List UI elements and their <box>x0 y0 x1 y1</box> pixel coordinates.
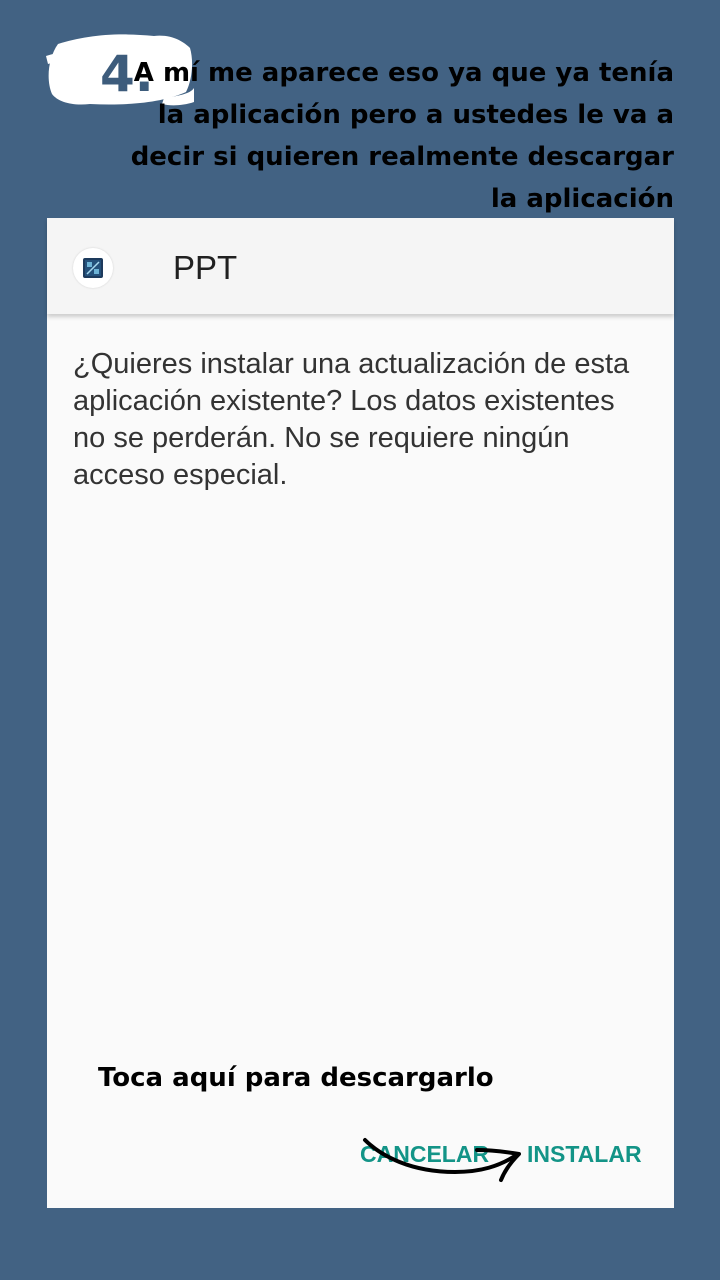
app-title: PPT <box>173 249 238 286</box>
install-dialog: PPT ¿Quieres instalar una actualización … <box>47 218 674 1208</box>
app-bar: PPT <box>47 218 674 314</box>
install-button[interactable]: INSTALAR <box>527 1134 642 1174</box>
app-icon <box>73 248 113 288</box>
app-logo-icon <box>83 258 103 278</box>
download-hint: Toca aquí para descargarlo <box>98 1063 494 1093</box>
curved-arrow-icon <box>363 1138 521 1182</box>
instruction-text: A mí me aparece eso ya que ya tenía la a… <box>130 58 674 214</box>
install-message: ¿Quieres instalar una actualización de e… <box>73 348 630 491</box>
